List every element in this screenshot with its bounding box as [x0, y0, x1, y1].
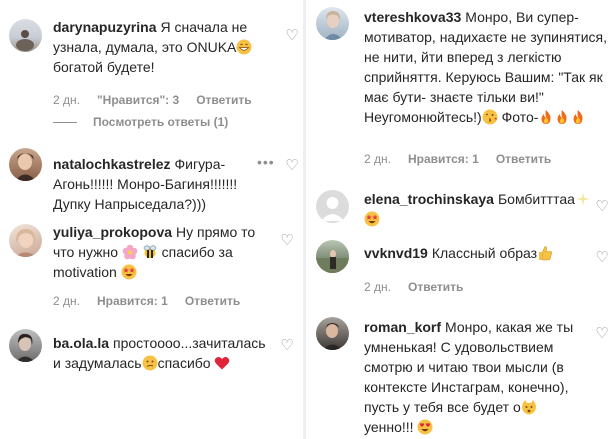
like-heart-icon[interactable]: ♡ — [285, 158, 299, 173]
comment-time[interactable]: 2 дн. — [53, 294, 80, 308]
like-heart-icon[interactable]: ♡ — [285, 28, 299, 43]
comment-time[interactable]: 2 дн. — [53, 93, 80, 107]
comment-username[interactable]: elena_trochinskaya — [364, 191, 494, 207]
avatar-photo — [15, 228, 37, 257]
comment-body-cont: уенно!!! — [364, 419, 418, 435]
more-options-icon[interactable]: ••• — [257, 154, 275, 170]
comment-body-cont: спасибо — [157, 355, 215, 371]
comment-body: Монро, Ви супер-мотиватор, надихаєте не … — [364, 9, 607, 125]
fire-emoji-icon — [557, 110, 567, 124]
comment-likes[interactable]: Нравится: 1 — [408, 152, 479, 166]
comment-meta: 2 дн. Нравится: 1 Ответить — [364, 151, 568, 167]
comment-body-cont: богатой будете! — [53, 59, 155, 75]
comment-time[interactable]: 2 дн. — [364, 152, 391, 166]
default-avatar-icon — [321, 197, 344, 221]
left-comment-column: darynapuzyrina Я сначала не узнала, думал… — [0, 0, 303, 439]
comment-username[interactable]: natalochkastrelez — [53, 156, 171, 172]
avatar-photo — [324, 11, 343, 40]
comment-username[interactable]: ba.ola.la — [53, 335, 109, 351]
comment-username[interactable]: vvknvd19 — [364, 245, 428, 261]
comment-text: ba.ola.la простоооо...зачиталась и задума… — [53, 333, 266, 373]
avatar[interactable] — [9, 148, 42, 181]
avatar-photo — [16, 333, 35, 362]
comment-text: roman_korf Монро, какая же ты умненькая! … — [364, 317, 600, 437]
fire-emoji-icon — [541, 110, 551, 124]
like-heart-icon[interactable]: ♡ — [595, 326, 609, 341]
avatar-photo — [323, 323, 342, 350]
reply-button[interactable]: Ответить — [185, 294, 240, 308]
red-heart-emoji-icon — [215, 356, 230, 370]
avatar[interactable] — [316, 317, 349, 350]
view-replies-button[interactable]: Посмотреть ответы (1) — [53, 115, 228, 129]
grin-emoji-icon — [236, 39, 252, 55]
thumbs-up-emoji-icon — [539, 246, 553, 261]
avatar[interactable] — [316, 7, 349, 40]
comment-meta: 2 дн. "Нравится": 3 Ответить — [53, 92, 269, 108]
comment-text: vvknvd19 Классный образ — [364, 243, 615, 263]
comment-username[interactable]: vtereshkova33 — [364, 9, 461, 25]
comment-body-cont: Фото- — [497, 109, 539, 125]
comment-text: elena_trochinskaya Бомбитттаа — [364, 189, 594, 229]
avatar-photo — [16, 30, 34, 51]
reply-button[interactable]: Ответить — [496, 152, 551, 166]
comment-text: yuliya_prokopova Ну прямо то что нужно сп… — [53, 222, 258, 282]
comment-likes[interactable]: Нравится: 1 — [97, 294, 168, 308]
avatar[interactable] — [316, 240, 349, 273]
kissing-emoji-icon — [482, 109, 498, 125]
comment-body: Бомбитттаа — [497, 191, 575, 207]
comment-text: darynapuzyrina Я сначала не узнала, думал… — [53, 17, 258, 77]
fire-emoji-icon — [573, 110, 583, 124]
sparkles-emoji-icon — [575, 192, 590, 206]
comment-likes[interactable]: "Нравится": 3 — [97, 93, 179, 107]
right-comment-column: vtereshkova33 Монро, Ви супер-мотиватор, … — [306, 0, 615, 439]
replies-line — [53, 122, 77, 124]
avatar-photo — [15, 153, 36, 181]
cat-emoji-icon — [521, 400, 536, 415]
star-struck-emoji-icon — [364, 211, 380, 227]
avatar[interactable] — [9, 329, 42, 362]
comment-username[interactable]: yuliya_prokopova — [53, 224, 172, 240]
blossom-emoji-icon — [122, 244, 138, 260]
comment-text: natalochkastrelez Фигура-Агонь!!!!!! Монр… — [53, 154, 253, 214]
heart-eyes-emoji-icon — [417, 419, 433, 435]
comment-text: vtereshkova33 Монро, Ви супер-мотиватор, … — [364, 7, 612, 127]
star-struck-emoji-icon — [121, 264, 137, 280]
reply-button[interactable]: Ответить — [196, 93, 251, 107]
comment-username[interactable]: darynapuzyrina — [53, 19, 156, 35]
like-heart-icon[interactable]: ♡ — [595, 199, 609, 214]
avatar-photo — [316, 250, 349, 273]
avatar[interactable] — [316, 190, 349, 223]
comment-meta: 2 дн. Ответить — [364, 279, 480, 295]
comment-time[interactable]: 2 дн. — [364, 280, 391, 294]
avatar[interactable] — [9, 19, 42, 52]
confused-emoji-icon — [142, 355, 158, 371]
comment-username[interactable]: roman_korf — [364, 319, 441, 335]
like-heart-icon[interactable]: ♡ — [280, 338, 294, 353]
like-heart-icon[interactable]: ♡ — [595, 250, 609, 265]
comment-body: Классный образ — [431, 245, 538, 261]
like-heart-icon[interactable]: ♡ — [280, 233, 294, 248]
comment-meta: 2 дн. Нравится: 1 Ответить — [53, 293, 257, 309]
view-replies-label: Посмотреть ответы (1) — [93, 115, 229, 129]
avatar[interactable] — [9, 224, 42, 257]
bee-emoji-icon — [143, 245, 157, 258]
reply-button[interactable]: Ответить — [408, 280, 463, 294]
